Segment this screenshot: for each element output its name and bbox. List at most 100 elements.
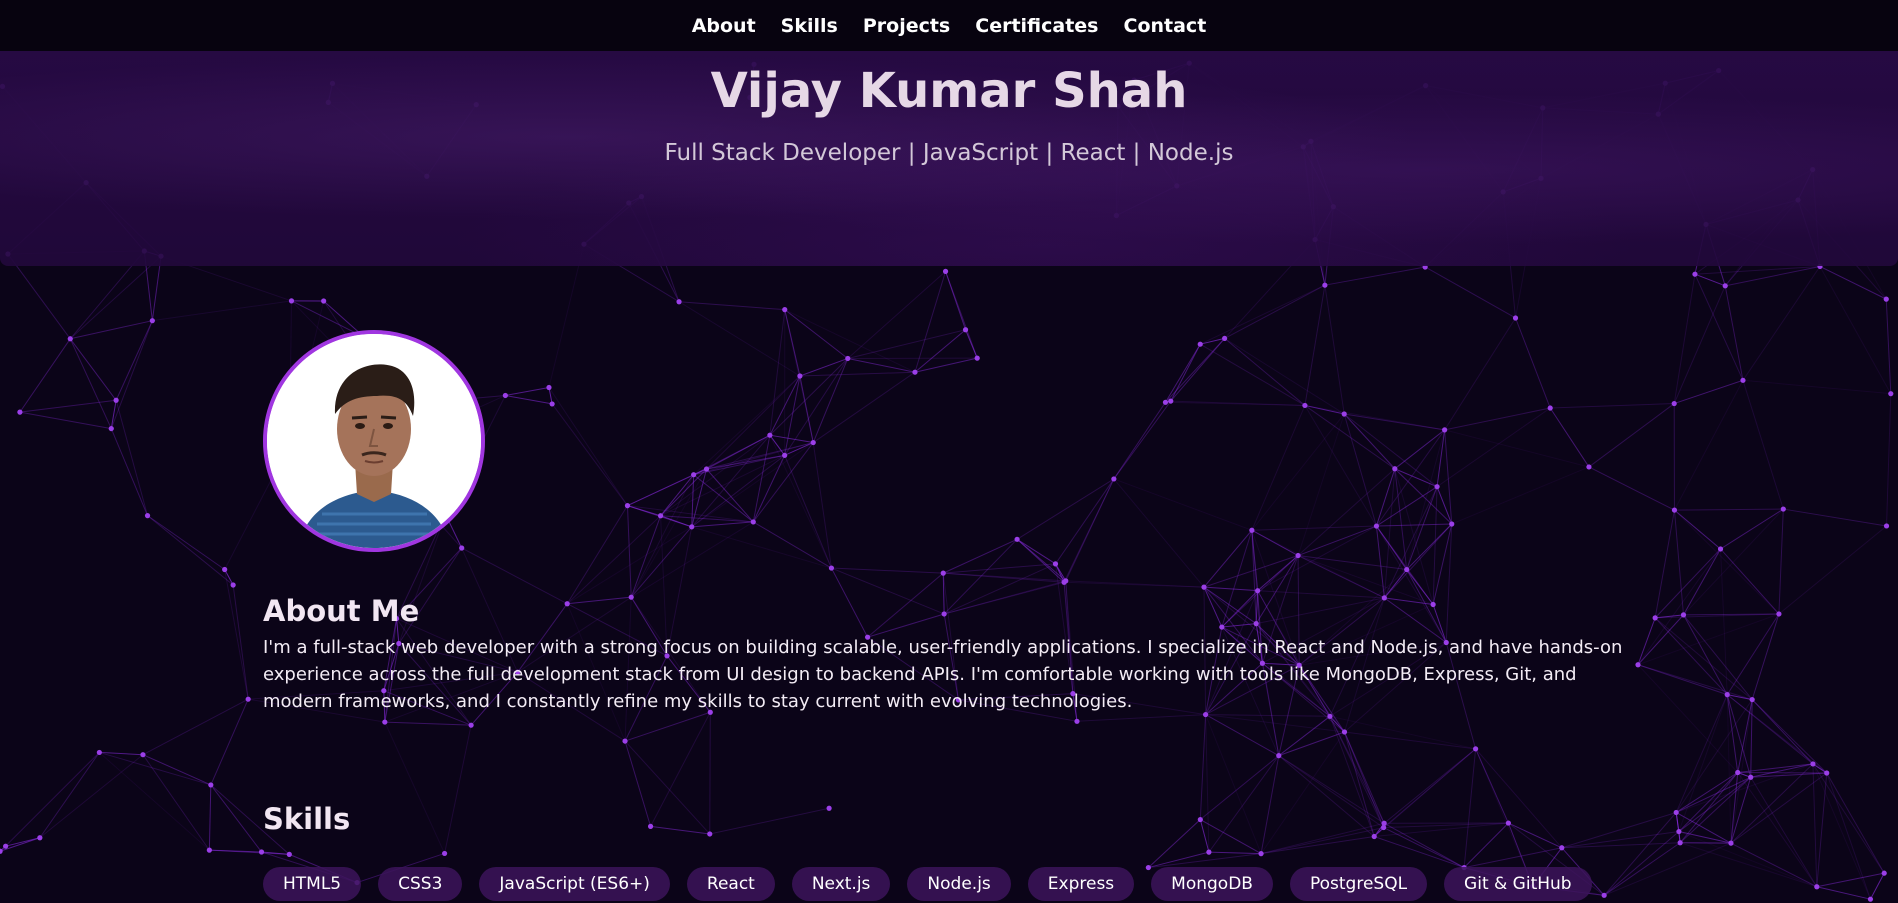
skill-chip: Git & GitHub <box>1444 867 1592 901</box>
network-line <box>1678 694 1728 832</box>
network-node <box>1883 296 1889 302</box>
network-line <box>1304 285 1326 406</box>
network-line <box>1674 508 1784 511</box>
network-line <box>1224 284 1326 339</box>
network-node <box>1473 746 1479 752</box>
network-line <box>812 358 849 443</box>
network-line <box>1344 731 1385 828</box>
network-line <box>1726 613 1780 695</box>
network-node <box>1559 845 1565 851</box>
skill-chip: MongoDB <box>1151 867 1273 901</box>
network-line <box>1444 429 1590 468</box>
network-line <box>1394 429 1445 470</box>
network-node <box>810 439 816 446</box>
network-line <box>1673 510 1684 615</box>
network-node <box>1676 828 1682 835</box>
network-line <box>965 329 978 359</box>
network-line <box>752 455 786 523</box>
network-line <box>110 400 117 429</box>
network-line <box>1515 317 1551 409</box>
network-line <box>39 752 100 839</box>
network-node <box>1253 621 1259 627</box>
network-node <box>1063 578 1069 584</box>
network-line <box>1374 836 1465 869</box>
skill-chip: CSS3 <box>378 867 463 901</box>
network-line <box>1475 748 1534 887</box>
network-line <box>1464 847 1562 869</box>
network-line <box>1251 529 1299 556</box>
nav-link-skills[interactable]: Skills <box>781 15 838 37</box>
network-node <box>1867 896 1874 902</box>
network-node <box>1717 546 1724 552</box>
network-line <box>650 825 710 835</box>
network-line <box>1200 819 1262 855</box>
network-node <box>1671 507 1678 513</box>
skills-list: HTML5 CSS3 JavaScript (ES6+) React Next.… <box>263 867 1592 901</box>
network-line <box>1445 523 1453 643</box>
network-line <box>209 849 290 855</box>
network-line <box>1783 508 1887 527</box>
network-node <box>1748 774 1754 780</box>
network-node <box>1404 566 1410 573</box>
network-line <box>115 400 149 516</box>
network-node <box>942 268 949 274</box>
network-line <box>1297 525 1377 557</box>
network-line <box>1451 466 1590 525</box>
skill-chip: Express <box>1027 867 1135 901</box>
network-line <box>1816 772 1828 887</box>
network-line <box>461 547 568 605</box>
network-node <box>782 452 788 458</box>
network-line <box>1678 831 1817 888</box>
network-node <box>1111 476 1117 482</box>
skill-chip: JavaScript (ES6+) <box>479 867 670 901</box>
network-line <box>1304 404 1445 431</box>
network-line <box>1376 429 1446 527</box>
network-node <box>1430 601 1436 608</box>
network-line <box>784 455 832 569</box>
network-node <box>1883 523 1890 529</box>
network-node <box>1197 341 1203 347</box>
person-portrait-icon <box>267 334 481 548</box>
network-line <box>1251 405 1306 531</box>
network-line <box>384 721 472 726</box>
network-node <box>628 594 634 600</box>
network-line <box>551 403 628 506</box>
network-line <box>1251 413 1345 531</box>
network-node <box>1888 391 1894 397</box>
network-line <box>1679 842 1817 888</box>
network-line <box>1724 285 1744 381</box>
network-line <box>693 375 801 476</box>
network-line <box>110 320 153 429</box>
network-node <box>222 566 228 573</box>
network-node <box>1814 884 1820 890</box>
network-line <box>1256 597 1385 625</box>
network-node <box>1652 615 1658 621</box>
network-node <box>657 513 664 519</box>
network-line <box>1463 748 1477 868</box>
nav-link-certificates[interactable]: Certificates <box>975 15 1098 37</box>
network-line <box>630 521 754 598</box>
network-line <box>1588 466 1675 511</box>
network-node <box>1392 466 1398 472</box>
nav-link-about[interactable]: About <box>692 15 756 37</box>
network-node <box>468 722 474 728</box>
network-line <box>1720 548 1780 615</box>
network-line <box>1720 548 1728 695</box>
network-line <box>1654 510 1675 618</box>
network-node <box>1677 840 1683 846</box>
network-node <box>1197 816 1203 823</box>
nav-link-projects[interactable]: Projects <box>863 15 950 37</box>
network-line <box>945 271 967 330</box>
network-node <box>1249 527 1255 533</box>
network-line <box>1637 664 1739 773</box>
network-node <box>1635 662 1641 668</box>
network-line <box>1475 748 1563 849</box>
network-line <box>1394 468 1434 605</box>
network-node <box>1162 399 1169 405</box>
network-line <box>799 357 848 377</box>
nav-link-contact[interactable]: Contact <box>1124 15 1207 37</box>
network-node <box>941 611 947 617</box>
network-line <box>1205 714 1345 733</box>
network-line <box>1260 827 1384 855</box>
network-node <box>1824 770 1830 776</box>
